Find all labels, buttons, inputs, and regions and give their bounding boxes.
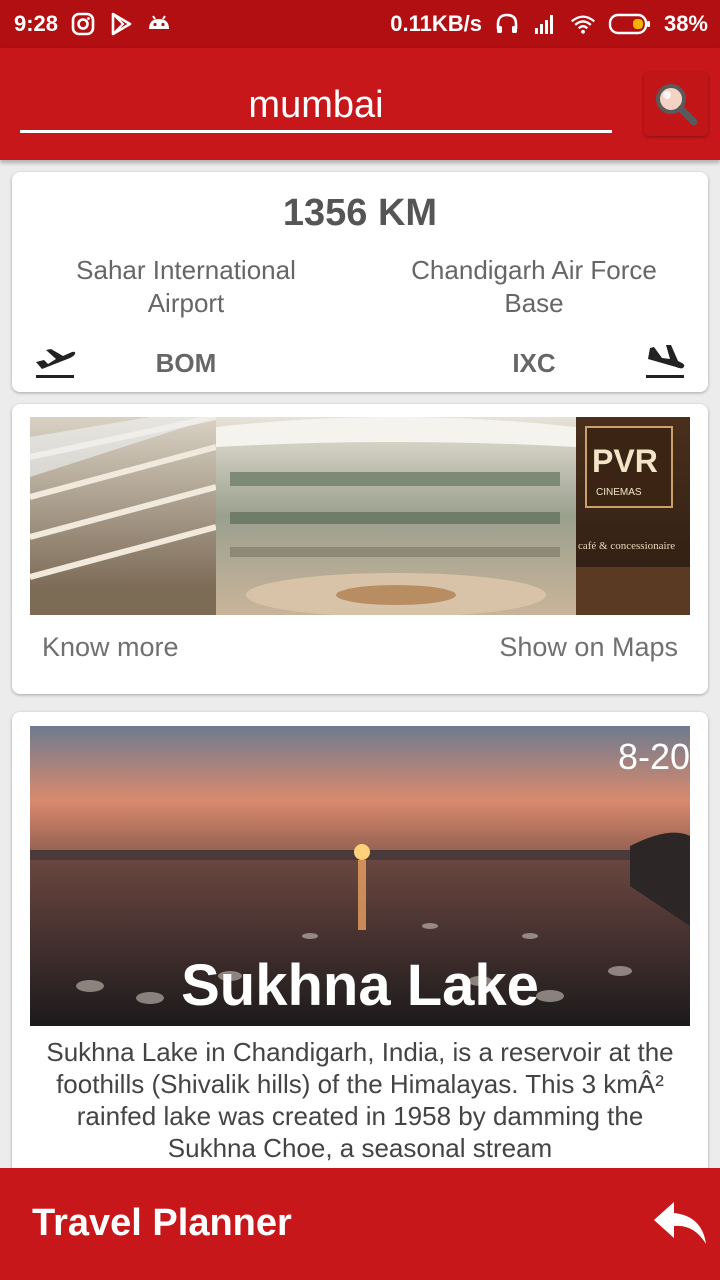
destination-airport-name: Chandigarh Air Force Base [411, 255, 657, 318]
app-bar [0, 48, 720, 160]
headset-icon [496, 13, 518, 33]
lake-card: 8-20 Sukhna Lake Sukhna Lake in Chandiga… [12, 712, 708, 1168]
pvr-sign-sub2: café & concessionaire [578, 540, 675, 552]
departure-plane-icon [36, 349, 76, 378]
lake-title: Sukhna Lake [181, 953, 539, 1018]
reply-icon [654, 1202, 706, 1244]
route-distance: 1356 KM [282, 192, 438, 234]
play-store-icon [111, 12, 132, 36]
content-area[interactable]: 1356 KM Sahar International Airport Chan… [0, 160, 720, 1168]
bottom-bar: Travel Planner [0, 1168, 720, 1280]
origin-airport-code: BOM [155, 348, 217, 378]
know-more-link[interactable]: Know more [42, 632, 179, 663]
lake-description: Sukhna Lake in Chandigarh, India, is a r… [46, 1037, 674, 1163]
search-input[interactable] [20, 80, 612, 133]
battery-level: 38% [663, 11, 708, 36]
android-icon [149, 15, 170, 29]
show-on-maps-link[interactable]: Show on Maps [499, 632, 678, 663]
origin-airport-name: Sahar International Airport [76, 255, 296, 318]
pvr-sign-sub: CINEMAS [596, 487, 642, 498]
status-time: 9:28 [14, 11, 59, 36]
network-speed: 0.11KB/s [390, 11, 482, 36]
place-card: PVR CINEMAS café & concessionaire Know m… [12, 404, 708, 694]
search-icon [656, 84, 698, 126]
app-title: Travel Planner [32, 1202, 292, 1244]
lake-rating: 8-20 [617, 736, 690, 777]
arrival-plane-icon [646, 345, 685, 378]
battery-icon [608, 13, 650, 35]
signal-icon [534, 15, 553, 34]
search-button[interactable] [644, 72, 708, 136]
back-button[interactable] [652, 1198, 708, 1248]
destination-airport-code: IXC [512, 348, 556, 378]
lake-photo[interactable]: 8-20 Sukhna Lake [30, 726, 690, 1026]
mall-photo[interactable]: PVR CINEMAS café & concessionaire [30, 417, 690, 615]
status-bar: 9:28 0.11KB/s 38% [0, 0, 720, 48]
route-card: 1356 KM Sahar International Airport Chan… [12, 172, 708, 392]
pvr-sign: PVR [592, 443, 658, 479]
wifi-icon [570, 15, 595, 34]
instagram-icon [71, 12, 95, 36]
